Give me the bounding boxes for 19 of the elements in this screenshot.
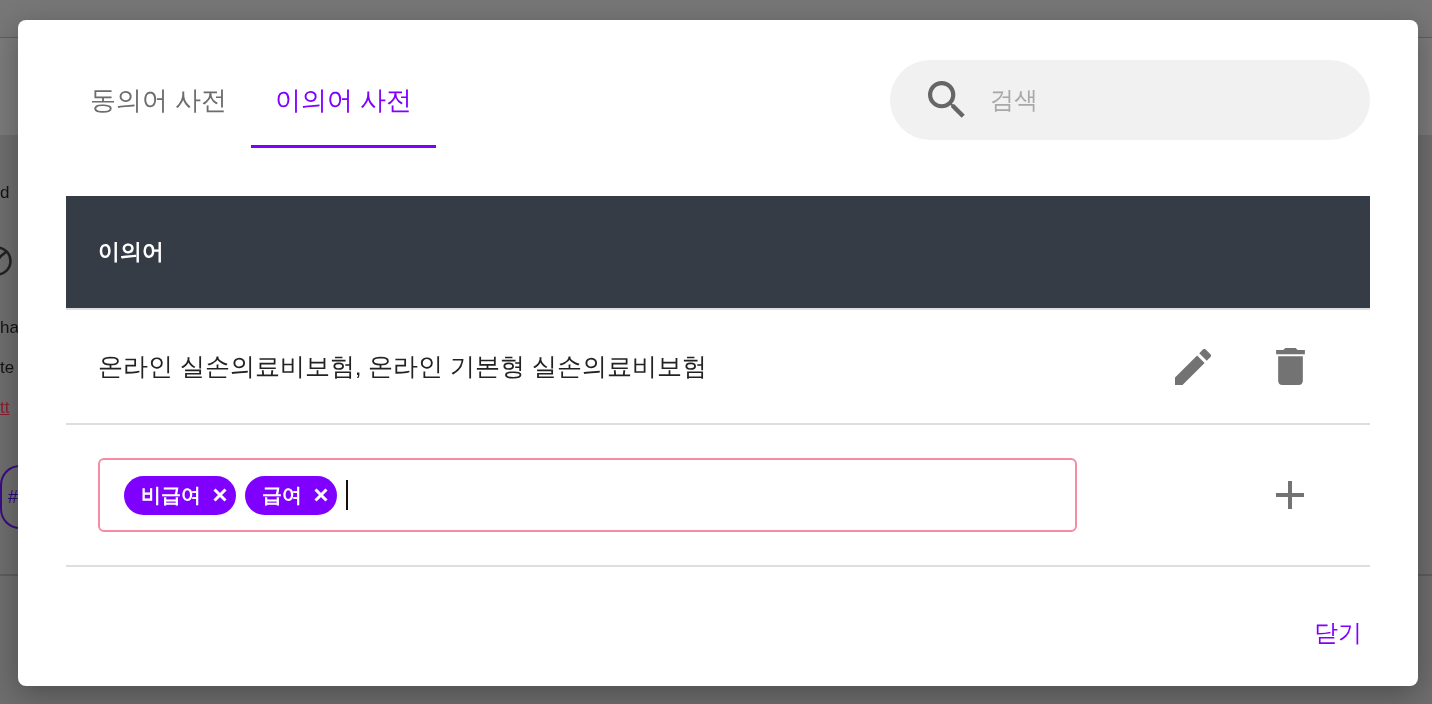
text-cursor xyxy=(346,480,348,510)
plus-icon xyxy=(1276,481,1304,509)
tag-chip[interactable]: 비급여 xyxy=(124,475,236,515)
tag-chip[interactable]: 급여 xyxy=(245,475,337,515)
page-text: d xyxy=(0,182,10,204)
search-icon xyxy=(928,81,965,118)
page-text: te xyxy=(0,357,15,379)
column-header: 이의어 xyxy=(98,238,164,266)
trash-icon xyxy=(1275,348,1305,385)
search-field[interactable]: 검색 xyxy=(890,60,1370,140)
pencil-icon xyxy=(1175,348,1211,385)
tag-input-field[interactable]: 비급여 급여 xyxy=(98,458,1077,532)
close-icon[interactable] xyxy=(213,488,227,502)
close-icon[interactable] xyxy=(314,488,328,502)
page-text: ha xyxy=(0,317,19,339)
tab[interactable]: 이의어 사전 xyxy=(251,60,437,148)
table-cell-text: 온라인 실손의료비보험, 온라인 기본형 실손의료비보험 xyxy=(98,352,709,382)
close-button[interactable]: 닫기 xyxy=(1306,609,1370,657)
tab[interactable]: 동의어 사전 xyxy=(66,60,252,148)
